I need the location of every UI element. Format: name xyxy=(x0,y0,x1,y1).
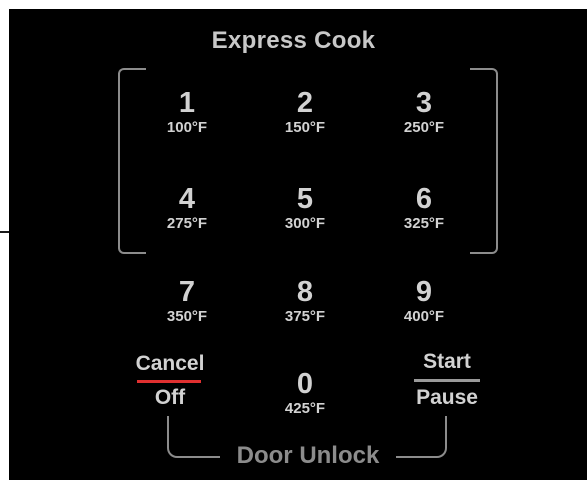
key-6[interactable]: 6 325°F xyxy=(379,184,469,233)
key-number: 3 xyxy=(415,87,433,119)
key-number: 8 xyxy=(296,276,314,308)
key-3[interactable]: 3 250°F xyxy=(379,88,469,137)
door-unlock-label[interactable]: Door Unlock xyxy=(220,442,396,470)
key-temperature: 350°F xyxy=(166,308,208,325)
start-label: Start xyxy=(423,350,471,373)
key-2[interactable]: 2 150°F xyxy=(260,88,350,137)
key-0[interactable]: 0 425°F xyxy=(260,369,350,418)
key-temperature: 100°F xyxy=(166,119,208,136)
cancel-divider xyxy=(137,380,201,383)
panel-title: Express Cook xyxy=(211,27,376,54)
key-temperature: 275°F xyxy=(166,215,208,232)
door-unlock-line-right xyxy=(391,416,447,458)
cancel-label: Cancel xyxy=(135,352,205,375)
key-temperature: 425°F xyxy=(284,400,326,417)
start-divider xyxy=(414,379,480,382)
key-number: 5 xyxy=(296,183,314,215)
key-number: 2 xyxy=(296,87,314,119)
off-label: Off xyxy=(154,386,186,409)
key-temperature: 150°F xyxy=(284,119,326,136)
key-number: 6 xyxy=(415,183,433,215)
key-temperature: 300°F xyxy=(284,215,326,232)
key-number: 9 xyxy=(415,276,433,308)
key-4[interactable]: 4 275°F xyxy=(142,184,232,233)
key-temperature: 250°F xyxy=(403,119,445,136)
key-7[interactable]: 7 350°F xyxy=(142,277,232,326)
key-temperature: 325°F xyxy=(403,215,445,232)
key-temperature: 400°F xyxy=(403,308,445,325)
key-number: 0 xyxy=(296,368,314,400)
key-5[interactable]: 5 300°F xyxy=(260,184,350,233)
key-1[interactable]: 1 100°F xyxy=(142,88,232,137)
express-cook-bracket-right xyxy=(470,68,498,254)
side-connector-line xyxy=(0,231,9,233)
key-9[interactable]: 9 400°F xyxy=(379,277,469,326)
key-number: 7 xyxy=(178,276,196,308)
key-number: 4 xyxy=(178,183,196,215)
key-temperature: 375°F xyxy=(284,308,326,325)
key-number: 1 xyxy=(178,87,196,119)
door-unlock-line-left xyxy=(167,416,225,458)
key-8[interactable]: 8 375°F xyxy=(260,277,350,326)
pause-label: Pause xyxy=(416,386,478,409)
